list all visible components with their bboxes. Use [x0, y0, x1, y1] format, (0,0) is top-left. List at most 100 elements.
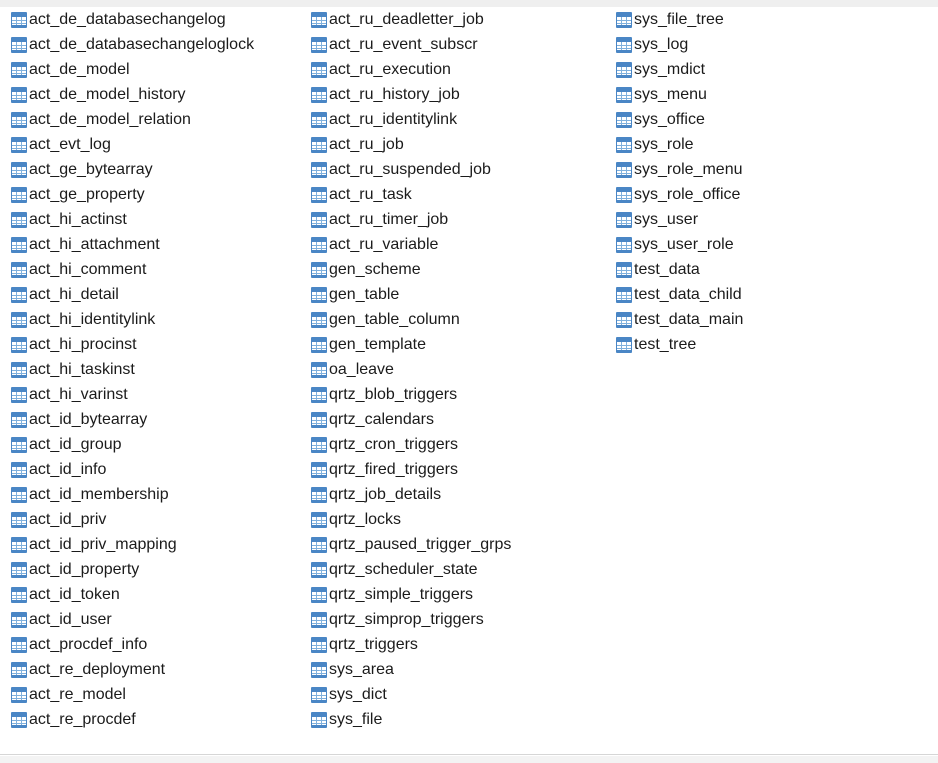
table-list-item[interactable]: sys_office — [616, 107, 908, 132]
table-list-item[interactable]: gen_scheme — [311, 257, 607, 282]
table-list-item[interactable]: sys_dict — [311, 682, 607, 707]
table-list-item[interactable]: act_hi_taskinst — [11, 357, 303, 382]
table-grid-icon — [311, 611, 327, 628]
table-list-item[interactable]: act_evt_log — [11, 132, 303, 157]
table-list-item[interactable]: qrtz_triggers — [311, 632, 607, 657]
table-list-item[interactable]: act_hi_attachment — [11, 232, 303, 257]
table-list-item[interactable]: act_hi_varinst — [11, 382, 303, 407]
table-list-item[interactable]: act_ge_bytearray — [11, 157, 303, 182]
table-list-item[interactable]: sys_log — [616, 32, 908, 57]
table-list-item[interactable]: sys_role_office — [616, 182, 908, 207]
bottom-strip — [0, 756, 938, 763]
table-list-item[interactable]: sys_file — [311, 707, 607, 732]
table-list-item[interactable]: act_hi_detail — [11, 282, 303, 307]
table-list-item[interactable]: sys_mdict — [616, 57, 908, 82]
table-list-item[interactable]: act_ge_property — [11, 182, 303, 207]
table-name-label: sys_file_tree — [634, 10, 724, 28]
table-list-item[interactable]: act_re_deployment — [11, 657, 303, 682]
table-list-item[interactable]: sys_area — [311, 657, 607, 682]
table-list-item[interactable]: test_tree — [616, 332, 908, 357]
table-list-item[interactable]: act_hi_procinst — [11, 332, 303, 357]
table-grid-icon — [311, 686, 327, 703]
table-name-label: act_id_info — [29, 460, 107, 478]
table-list-item[interactable]: test_data — [616, 257, 908, 282]
table-grid-icon — [11, 311, 27, 328]
table-list-item[interactable]: act_ru_identitylink — [311, 107, 607, 132]
table-list-item[interactable]: qrtz_cron_triggers — [311, 432, 607, 457]
table-name-label: sys_log — [634, 35, 689, 53]
table-name-label: act_id_token — [29, 585, 120, 603]
table-list-item[interactable]: act_re_model — [11, 682, 303, 707]
table-list-item[interactable]: qrtz_locks — [311, 507, 607, 532]
table-name-label: sys_menu — [634, 85, 707, 103]
table-list-item[interactable]: act_ru_event_subscr — [311, 32, 607, 57]
table-list-item[interactable]: act_ru_variable — [311, 232, 607, 257]
table-grid-icon — [311, 36, 327, 53]
table-list-item[interactable]: test_data_main — [616, 307, 908, 332]
table-name-label: test_data_main — [634, 310, 744, 328]
table-name-label: test_data — [634, 260, 700, 278]
table-list-item[interactable]: act_id_group — [11, 432, 303, 457]
table-list-item[interactable]: act_id_membership — [11, 482, 303, 507]
table-grid-icon — [311, 411, 327, 428]
table-list-item[interactable]: act_hi_identitylink — [11, 307, 303, 332]
table-list-item[interactable]: act_de_databasechangelog — [11, 7, 303, 32]
table-list-item[interactable]: act_de_model_relation — [11, 107, 303, 132]
table-list-item[interactable]: act_id_bytearray — [11, 407, 303, 432]
table-list-item[interactable]: qrtz_paused_trigger_grps — [311, 532, 607, 557]
table-list-item[interactable]: act_ru_timer_job — [311, 207, 607, 232]
table-list-item[interactable]: act_id_property — [11, 557, 303, 582]
table-list-item[interactable]: act_ru_deadletter_job — [311, 7, 607, 32]
table-grid-icon — [11, 186, 27, 203]
table-grid-icon — [616, 111, 632, 128]
table-list-item[interactable]: act_ru_suspended_job — [311, 157, 607, 182]
table-list-item[interactable]: act_ru_task — [311, 182, 607, 207]
table-name-label: act_id_membership — [29, 485, 169, 503]
table-list-item[interactable]: qrtz_calendars — [311, 407, 607, 432]
table-list-item[interactable]: act_hi_comment — [11, 257, 303, 282]
table-grid-icon — [311, 536, 327, 553]
table-name-label: qrtz_simple_triggers — [329, 585, 474, 603]
table-grid-icon — [616, 161, 632, 178]
table-list-item[interactable]: test_data_child — [616, 282, 908, 307]
table-list-item[interactable]: act_id_priv — [11, 507, 303, 532]
table-list-item[interactable]: sys_menu — [616, 82, 908, 107]
table-list-item[interactable]: act_id_user — [11, 607, 303, 632]
table-list-item[interactable]: act_de_model — [11, 57, 303, 82]
table-grid-icon — [311, 286, 327, 303]
table-list-item[interactable]: act_procdef_info — [11, 632, 303, 657]
table-grid-icon — [11, 261, 27, 278]
table-list-item[interactable]: sys_role_menu — [616, 157, 908, 182]
table-list-item[interactable]: act_id_info — [11, 457, 303, 482]
table-grid-icon — [616, 186, 632, 203]
table-list-item[interactable]: qrtz_job_details — [311, 482, 607, 507]
table-name-label: qrtz_scheduler_state — [329, 560, 478, 578]
table-list-item[interactable]: act_id_token — [11, 582, 303, 607]
table-name-label: act_ru_suspended_job — [329, 160, 491, 178]
table-list-item[interactable]: gen_table_column — [311, 307, 607, 332]
table-list-item[interactable]: sys_role — [616, 132, 908, 157]
table-list-item[interactable]: qrtz_blob_triggers — [311, 382, 607, 407]
table-list-item[interactable]: act_hi_actinst — [11, 207, 303, 232]
table-name-label: sys_role — [634, 135, 694, 153]
table-list-item[interactable]: act_de_model_history — [11, 82, 303, 107]
table-list-item[interactable]: qrtz_fired_triggers — [311, 457, 607, 482]
table-list-item[interactable]: sys_user_role — [616, 232, 908, 257]
table-list-item[interactable]: gen_template — [311, 332, 607, 357]
table-list-item[interactable]: qrtz_scheduler_state — [311, 557, 607, 582]
table-name-label: act_hi_procinst — [29, 335, 137, 353]
table-list-item[interactable]: oa_leave — [311, 357, 607, 382]
table-list-item[interactable]: act_ru_history_job — [311, 82, 607, 107]
table-list-item[interactable]: act_ru_execution — [311, 57, 607, 82]
table-name-label: gen_table_column — [329, 310, 460, 328]
table-list-item[interactable]: act_re_procdef — [11, 707, 303, 732]
table-list-item[interactable]: qrtz_simprop_triggers — [311, 607, 607, 632]
table-list-item[interactable]: act_id_priv_mapping — [11, 532, 303, 557]
table-list-item[interactable]: qrtz_simple_triggers — [311, 582, 607, 607]
table-list-item[interactable]: act_ru_job — [311, 132, 607, 157]
table-list-item[interactable]: act_de_databasechangeloglock — [11, 32, 303, 57]
table-name-label: act_ru_execution — [329, 60, 451, 78]
table-list-item[interactable]: gen_table — [311, 282, 607, 307]
table-list-item[interactable]: sys_file_tree — [616, 7, 908, 32]
table-list-item[interactable]: sys_user — [616, 207, 908, 232]
